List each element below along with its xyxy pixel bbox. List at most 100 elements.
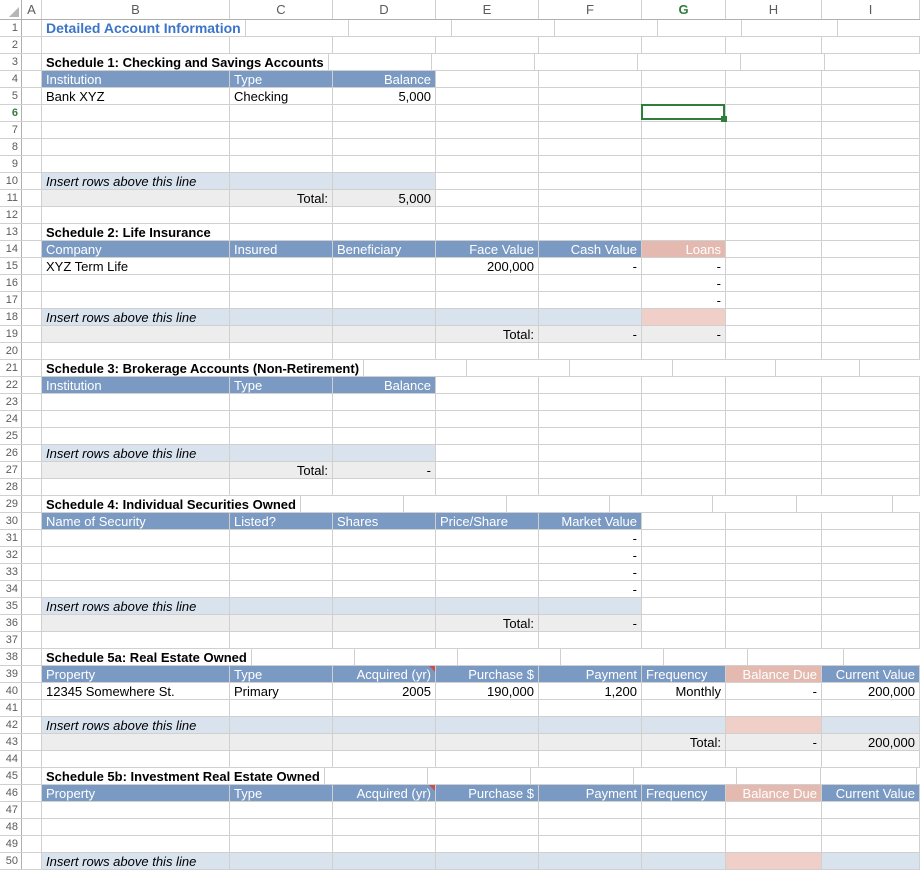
cell[interactable] (822, 122, 920, 138)
cell[interactable] (42, 292, 230, 308)
cell[interactable] (539, 598, 642, 614)
s2-loans[interactable]: - (642, 292, 726, 308)
cell[interactable] (436, 853, 539, 869)
cell[interactable] (821, 768, 917, 784)
cell[interactable] (642, 394, 726, 410)
cell[interactable] (535, 54, 638, 70)
row-header[interactable]: 6 (0, 105, 22, 121)
s3-total-value[interactable]: - (333, 462, 436, 478)
row-header[interactable]: 23 (0, 394, 22, 410)
cell[interactable] (436, 71, 539, 87)
cell[interactable] (838, 20, 920, 36)
col-header-c[interactable]: C (230, 0, 333, 19)
cell[interactable] (333, 853, 436, 869)
cell[interactable] (22, 564, 42, 580)
row-header[interactable]: 13 (0, 224, 22, 240)
cell[interactable] (230, 139, 333, 155)
insert-line[interactable]: Insert rows above this line (42, 853, 230, 869)
cell[interactable] (42, 207, 230, 223)
cell[interactable] (42, 547, 230, 563)
cell[interactable] (42, 751, 230, 767)
s5b-header-payment[interactable]: Payment (539, 785, 642, 801)
cell[interactable] (570, 360, 673, 376)
col-header-h[interactable]: H (726, 0, 822, 19)
cell[interactable] (230, 734, 333, 750)
cell[interactable] (22, 156, 42, 172)
cell[interactable] (642, 581, 726, 597)
cell[interactable] (333, 581, 436, 597)
cell[interactable] (822, 292, 920, 308)
cell[interactable] (42, 819, 230, 835)
cell[interactable] (860, 360, 920, 376)
cell[interactable] (642, 122, 726, 138)
cell[interactable] (822, 564, 920, 580)
cell[interactable] (642, 207, 726, 223)
insert-line[interactable]: Insert rows above this line (42, 598, 230, 614)
cell[interactable] (822, 156, 920, 172)
cell[interactable] (713, 496, 797, 512)
cell[interactable] (22, 802, 42, 818)
cell[interactable] (726, 513, 822, 529)
cell[interactable] (42, 581, 230, 597)
cell[interactable] (642, 598, 726, 614)
cell[interactable] (436, 530, 539, 546)
s5b-header-purchase[interactable]: Purchase $ (436, 785, 539, 801)
row-header[interactable]: 18 (0, 309, 22, 325)
cell[interactable] (22, 632, 42, 648)
cell[interactable] (642, 530, 726, 546)
row-header[interactable]: 25 (0, 428, 22, 444)
cell[interactable] (333, 836, 436, 852)
cell[interactable] (436, 428, 539, 444)
cell[interactable] (539, 37, 642, 53)
col-header-f[interactable]: F (539, 0, 642, 19)
cell[interactable] (436, 445, 539, 461)
cell[interactable] (726, 411, 822, 427)
row-header[interactable]: 7 (0, 122, 22, 138)
cell[interactable] (539, 207, 642, 223)
cell[interactable] (539, 105, 642, 121)
cell[interactable] (642, 445, 726, 461)
cell[interactable] (230, 700, 333, 716)
row-header[interactable]: 36 (0, 615, 22, 631)
cell[interactable] (726, 479, 822, 495)
cell[interactable] (22, 394, 42, 410)
cell[interactable] (436, 207, 539, 223)
cell[interactable] (642, 564, 726, 580)
cell[interactable] (664, 649, 748, 665)
cell[interactable] (726, 700, 822, 716)
cell[interactable] (22, 88, 42, 104)
cell[interactable] (436, 802, 539, 818)
cell[interactable] (42, 734, 230, 750)
row-header[interactable]: 16 (0, 275, 22, 291)
cell[interactable] (22, 734, 42, 750)
cell[interactable] (726, 836, 822, 852)
cell[interactable] (252, 649, 355, 665)
row-header[interactable]: 27 (0, 462, 22, 478)
row-header[interactable]: 4 (0, 71, 22, 87)
cell[interactable] (726, 547, 822, 563)
page-title[interactable]: Detailed Account Information (42, 20, 246, 36)
s2-header-facevalue[interactable]: Face Value (436, 241, 539, 257)
cell[interactable] (42, 190, 230, 206)
row-header[interactable]: 49 (0, 836, 22, 852)
s1-type[interactable]: Checking (230, 88, 333, 104)
row-header[interactable]: 46 (0, 785, 22, 801)
cell[interactable] (42, 394, 230, 410)
s4-total-label[interactable]: Total: (436, 615, 539, 631)
cell[interactable] (22, 190, 42, 206)
row-header[interactable]: 45 (0, 768, 22, 784)
cell[interactable] (822, 547, 920, 563)
cell[interactable] (822, 479, 920, 495)
s5a-total-balancedue[interactable]: - (726, 734, 822, 750)
cell[interactable] (230, 428, 333, 444)
cell[interactable] (726, 530, 822, 546)
cell[interactable] (642, 71, 726, 87)
cell[interactable] (642, 343, 726, 359)
cell[interactable] (822, 411, 920, 427)
cell[interactable] (539, 224, 642, 240)
cell[interactable] (726, 428, 822, 444)
s1-total-value[interactable]: 5,000 (333, 190, 436, 206)
cell[interactable] (539, 88, 642, 104)
cell[interactable] (22, 666, 42, 682)
cell[interactable] (726, 564, 822, 580)
